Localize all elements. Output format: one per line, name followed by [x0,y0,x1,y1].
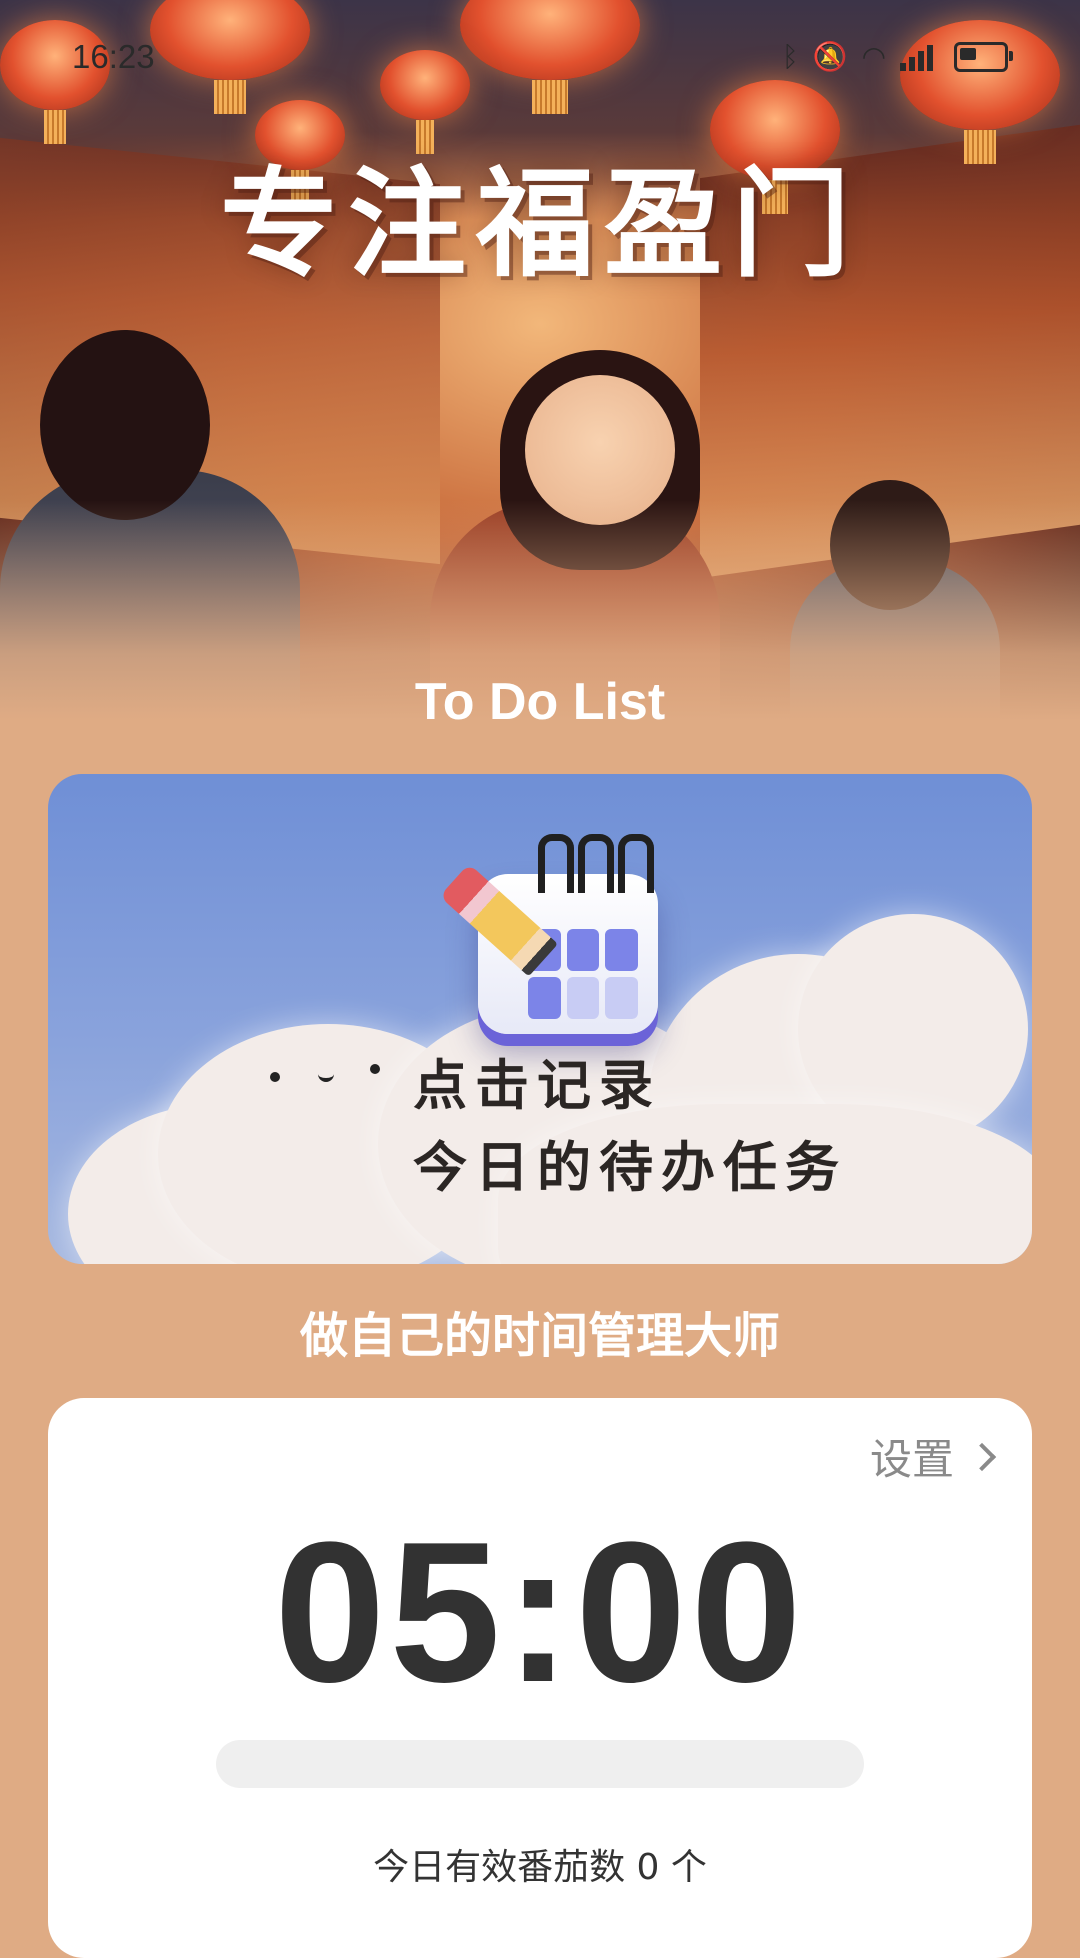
hero-title: 专注福盈门 [219,154,860,293]
signal-icon [900,43,940,71]
mute-icon: 🔕 [812,40,848,73]
wifi-icon: ◠ [861,40,886,73]
banner-line-2: 今日的待办任务 [413,1135,847,1199]
pomodoro-count: 今日有效番茄数 0 个 [373,1847,707,1888]
banner-text: 点击记录 今日的待办任务 [413,1044,847,1208]
slogan: 做自己的时间管理大师 [299,1308,780,1364]
battery-icon [954,41,1013,72]
calendar-icon [439,834,668,1044]
todo-heading: To Do List [414,673,666,731]
timer-display: 05:00 [274,1501,806,1724]
todo-banner[interactable]: 点击记录 今日的待办任务 [48,774,1032,1264]
settings-label: 设置 [869,1435,954,1484]
chevron-right-icon [967,1442,997,1471]
timer-card: 设置 05:00 今日有效番茄数 0 个 [48,1398,1032,1958]
status-icons: ᛒ 🔕 ◠ [781,40,1013,73]
settings-button[interactable]: 设置 [869,1426,997,1487]
banner-line-1: 点击记录 [413,1053,661,1117]
child-left-head [40,330,210,520]
cloud-face-icon [270,1064,390,1104]
progress-bar [216,1740,864,1788]
status-bar: 16:23 ᛒ 🔕 ◠ [0,0,1080,110]
status-time: 16:23 [72,38,155,75]
bluetooth-icon: ᛒ [781,40,799,73]
